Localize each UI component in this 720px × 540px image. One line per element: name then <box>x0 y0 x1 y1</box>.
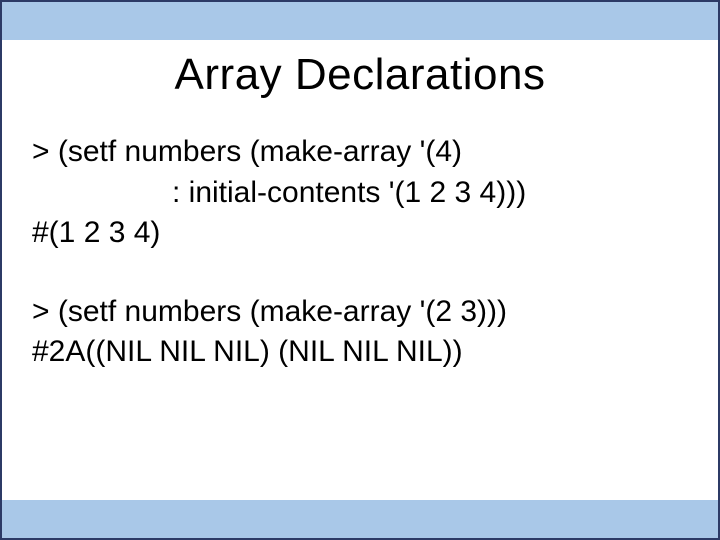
bottom-band <box>2 500 718 538</box>
code-line: > (setf numbers (make-array '(2 3))) <box>32 292 688 333</box>
slide: Array Declarations > (setf numbers (make… <box>0 0 720 540</box>
slide-title: Array Declarations <box>2 50 718 100</box>
code-line: > (setf numbers (make-array '(4) <box>32 132 688 173</box>
code-line: #2A((NIL NIL NIL) (NIL NIL NIL)) <box>32 332 688 373</box>
code-line: #(1 2 3 4) <box>32 213 688 254</box>
slide-body: > (setf numbers (make-array '(4) : initi… <box>32 132 688 373</box>
code-line: : initial-contents '(1 2 3 4))) <box>32 173 688 214</box>
spacer <box>32 254 688 292</box>
top-band <box>2 2 718 40</box>
